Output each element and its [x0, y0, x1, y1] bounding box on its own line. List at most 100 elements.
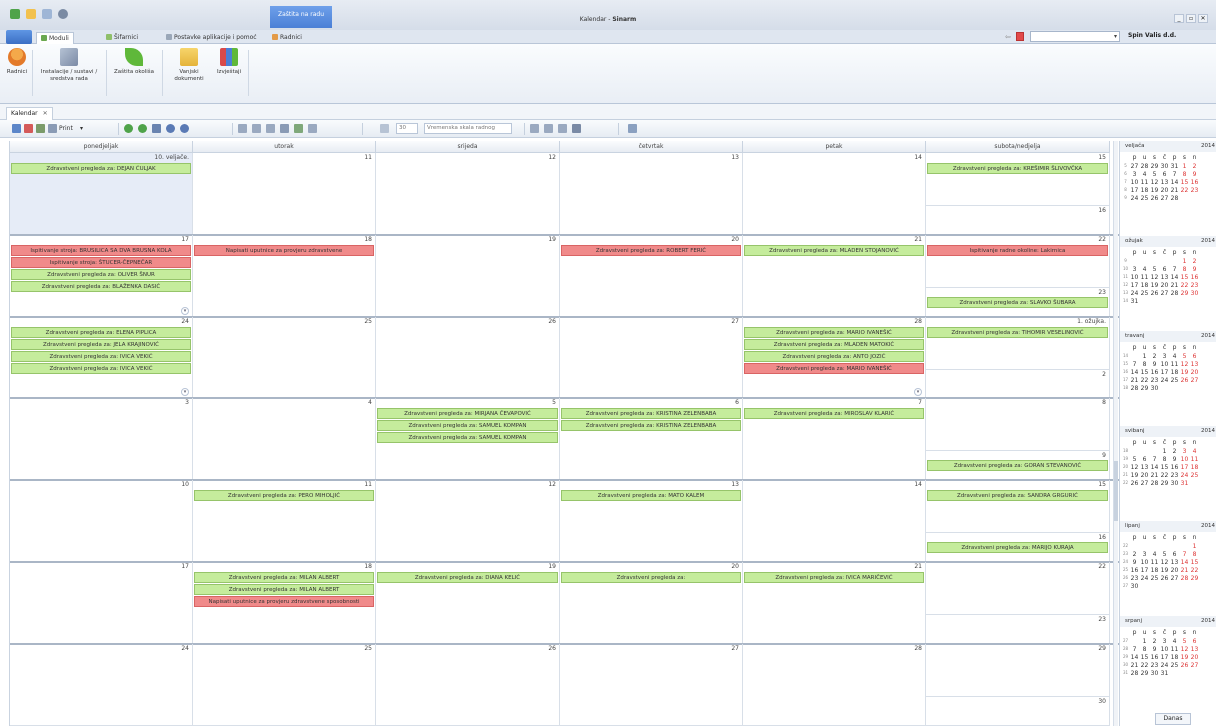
navigator-day[interactable]: 28 — [1170, 195, 1179, 202]
appointment[interactable]: Zdravstveni pregleda za: MARIO IVANEŠIĆ — [744, 362, 924, 374]
month-year[interactable]: 2014 — [1201, 236, 1215, 247]
day-cell[interactable]: 15 Zdravstveni pregleda za: SANDRA GRGURI… — [926, 480, 1110, 534]
grid-icon[interactable] — [544, 124, 553, 133]
day-cell[interactable]: 12 — [376, 153, 560, 235]
ribbon-btn-zastita-okolisa[interactable]: Zaštita okoliša — [110, 48, 158, 76]
navigator-day[interactable]: 25 — [1170, 662, 1179, 669]
navigator-day[interactable]: 20 — [1190, 654, 1199, 661]
navigator-day[interactable]: 27 — [1160, 195, 1169, 202]
navigator-day[interactable]: 27 — [1160, 290, 1169, 297]
navigator-day[interactable]: 26 — [1150, 195, 1159, 202]
navigator-day[interactable]: 7 — [1150, 456, 1159, 463]
appointment[interactable]: Zdravstveni pregleda za: IVICA VEKIĆ — [11, 362, 191, 374]
flag-icon[interactable] — [1016, 32, 1024, 41]
appointment[interactable]: Zdravstveni pregleda za: MILAN ALBERT — [194, 572, 374, 583]
appointment[interactable]: Zdravstveni pregleda za: MLADEN STOJANOV… — [744, 244, 924, 256]
navigator-day[interactable]: 19 — [1160, 567, 1169, 574]
navigator-day[interactable]: 11 — [1170, 646, 1179, 653]
navigator-day[interactable]: 21 — [1170, 282, 1179, 289]
navigator-day[interactable]: 19 — [1180, 369, 1189, 376]
day-cell[interactable]: 19 Zdravstveni pregleda za: DIANA KELIĆ — [376, 562, 560, 644]
day-cell[interactable]: 8 — [926, 398, 1110, 452]
navigator-day[interactable]: 15 — [1140, 369, 1149, 376]
navigator-day[interactable]: 11 — [1140, 179, 1149, 186]
navigator-day[interactable]: 18 — [1170, 654, 1179, 661]
navigator-day[interactable]: 11 — [1170, 361, 1179, 368]
navigator-day[interactable]: 30 — [1170, 480, 1179, 487]
navigator-day[interactable]: 6 — [1170, 551, 1179, 558]
month-year[interactable]: 2014 — [1201, 616, 1215, 627]
day-cell-sunday[interactable]: 23 — [926, 615, 1110, 644]
navigator-day[interactable]: 1 — [1190, 543, 1199, 550]
navigator-day[interactable]: 7 — [1130, 361, 1139, 368]
navigator-day[interactable]: 14 — [1130, 654, 1139, 661]
navigator-day[interactable]: 19 — [1180, 654, 1189, 661]
month-view-icon[interactable] — [280, 124, 289, 133]
navigator-day[interactable]: 26 — [1160, 575, 1169, 582]
export-icon[interactable] — [36, 124, 45, 133]
appointment[interactable]: Zdravstveni pregleda za: DEJAN ĆULJAK — [11, 163, 191, 174]
group-view-icon[interactable] — [308, 124, 317, 133]
more-appointments-icon[interactable]: ▾ — [181, 306, 189, 315]
navigator-day[interactable]: 7 — [1170, 266, 1179, 273]
month-year[interactable]: 2014 — [1201, 331, 1215, 342]
navigator-day[interactable]: 17 — [1130, 187, 1139, 194]
navigator-day[interactable]: 10 — [1130, 274, 1139, 281]
navigator-day[interactable]: 8 — [1160, 456, 1169, 463]
back-icon[interactable]: ⇦ — [1005, 33, 1011, 41]
navigator-day[interactable]: 15 — [1180, 179, 1189, 186]
appointment[interactable]: Zdravstveni pregleda za: — [561, 572, 741, 583]
navigator-day[interactable]: 16 — [1150, 654, 1159, 661]
day-cell[interactable]: 10. veljače. Zdravstveni pregleda za: DEJ… — [10, 153, 193, 235]
company-select[interactable]: ▾ — [1030, 31, 1120, 42]
print-dropdown-icon[interactable]: ▾ — [80, 125, 83, 132]
navigator-day[interactable]: 25 — [1150, 575, 1159, 582]
navigator-day[interactable]: 28 — [1180, 575, 1189, 582]
day-cell[interactable]: 13 Zdravstveni pregleda za: MATO KALEM — [560, 480, 743, 562]
navigator-day[interactable]: 7 — [1180, 551, 1189, 558]
month-year[interactable]: 2014 — [1201, 521, 1215, 532]
navigator-day[interactable]: 20 — [1170, 567, 1179, 574]
navigator-day[interactable]: 2 — [1150, 353, 1159, 360]
navigator-day[interactable]: 10 — [1130, 179, 1139, 186]
navigator-day[interactable]: 23 — [1150, 377, 1159, 384]
navigator-day[interactable]: 17 — [1180, 464, 1189, 471]
navigator-day[interactable]: 12 — [1150, 179, 1159, 186]
navigator-day[interactable]: 18 — [1140, 187, 1149, 194]
day-cell[interactable]: 1. ožujka. Zdravstveni pregleda za: TIHOM… — [926, 316, 1110, 370]
navigator-day[interactable]: 15 — [1140, 654, 1149, 661]
navigator-day[interactable]: 18 — [1150, 567, 1159, 574]
navigator-day[interactable]: 27 — [1140, 480, 1149, 487]
navigator-day[interactable]: 16 — [1190, 274, 1199, 281]
close-icon[interactable]: ✕ — [43, 110, 48, 117]
layout-icon[interactable] — [530, 124, 539, 133]
navigator-day[interactable]: 1 — [1180, 163, 1189, 170]
navigator-day[interactable]: 25 — [1190, 472, 1199, 479]
appointment[interactable]: Zdravstveni pregleda za: MILAN ALBERT — [194, 584, 374, 595]
close-button[interactable]: ✕ — [1198, 14, 1208, 23]
navigator-day[interactable]: 30 — [1150, 670, 1159, 677]
navigator-day[interactable]: 5 — [1180, 638, 1189, 645]
day-cell[interactable]: 29 — [926, 643, 1110, 697]
month-name[interactable]: srpanj — [1125, 616, 1142, 627]
navigator-day[interactable]: 18 — [1140, 282, 1149, 289]
day-cell-sunday[interactable]: 2 — [926, 369, 1110, 399]
navigator-day[interactable]: 12 — [1180, 361, 1189, 368]
zoom-out-icon[interactable] — [180, 124, 189, 133]
appointment[interactable]: Zdravstveni pregleda za: DIANA KELIĆ — [377, 572, 558, 583]
appointment[interactable]: Zdravstveni pregleda za: MLADEN MATOKIĆ — [744, 338, 924, 350]
navigator-day[interactable]: 6 — [1190, 638, 1199, 645]
navigator-day[interactable]: 16 — [1190, 179, 1199, 186]
forward-nav-icon[interactable] — [138, 124, 147, 133]
more-appointments-icon[interactable]: ▾ — [914, 388, 922, 397]
day-cell-sunday[interactable]: 30 — [926, 696, 1110, 726]
day-cell[interactable]: 19 — [376, 234, 560, 317]
timescale-icon[interactable] — [380, 124, 389, 133]
appointment[interactable]: Ispitivanje stroja: ŠTUCER-ČEPNEČAR — [11, 256, 191, 268]
navigator-day[interactable]: 22 — [1190, 567, 1199, 574]
navigator-day[interactable]: 22 — [1140, 377, 1149, 384]
appointment[interactable]: Zdravstveni pregleda za: OLIVER ŠNUR — [11, 268, 191, 280]
navigator-day[interactable]: 15 — [1190, 559, 1199, 566]
navigator-day[interactable]: 23 — [1170, 472, 1179, 479]
appointment[interactable]: Zdravstveni pregleda za: IVICA MARIČEVIĆ — [744, 572, 924, 583]
